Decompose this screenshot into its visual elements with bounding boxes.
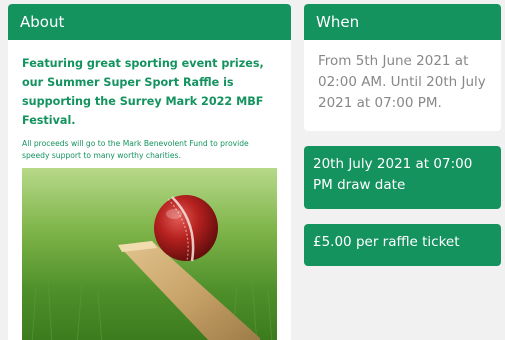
cricket-photo [22,168,277,340]
about-card: About Featuring great sporting event pri… [8,4,291,340]
draw-date-text: 20th July 2021 at 07:00 PM draw date [313,156,473,193]
when-card: When From 5th June 2021 at 02:00 AM. Unt… [304,4,501,131]
about-detail-text: All proceeds will go to the Mark Benevol… [22,139,249,160]
when-header: When [304,4,501,40]
ticket-price-text: £5.00 per raffle ticket [313,234,460,250]
when-dates-text: From 5th June 2021 at 02:00 AM. Until 20… [318,53,486,111]
ticket-price-box: £5.00 per raffle ticket [304,224,501,266]
about-lead-text: Featuring great sporting event prizes, o… [22,57,264,127]
draw-date-box: 20th July 2021 at 07:00 PM draw date [304,146,501,209]
about-header: About [8,4,291,40]
cricket-ball-and-bat-image [22,168,277,340]
